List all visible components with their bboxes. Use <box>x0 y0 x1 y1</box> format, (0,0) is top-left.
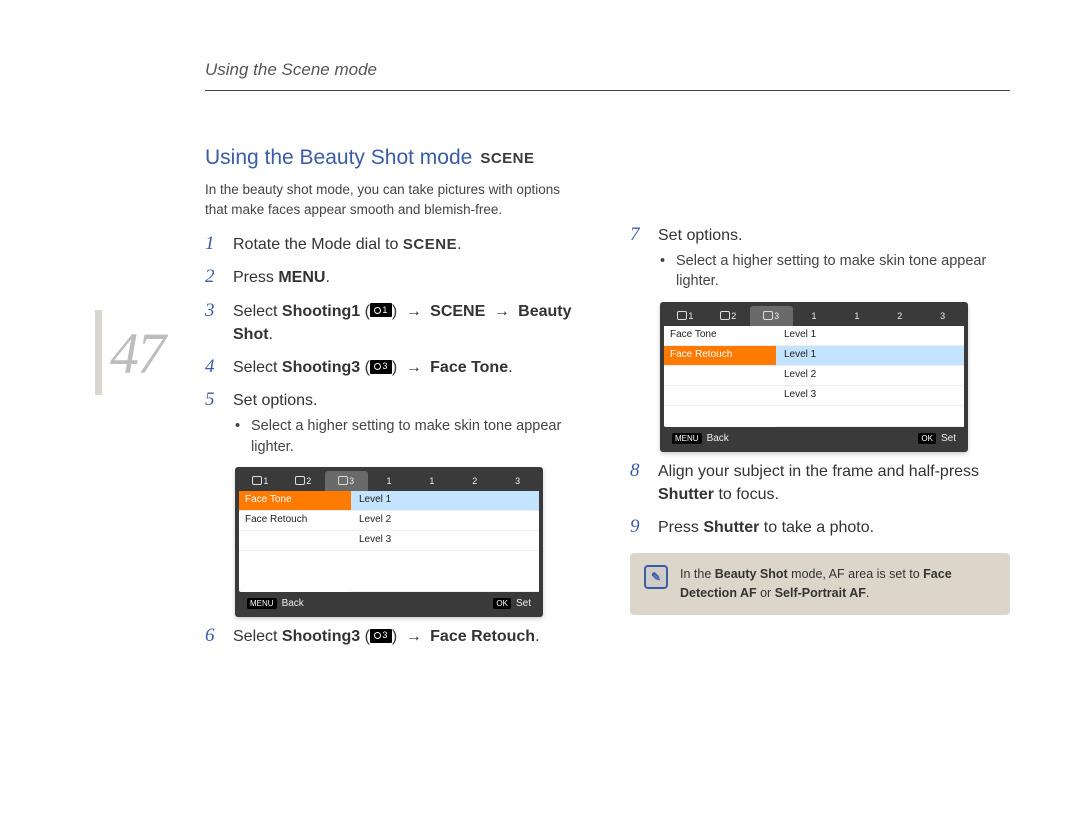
menu-value: Level 2 <box>351 511 539 531</box>
menu-tab: 1 <box>664 306 707 326</box>
menu-tab: 2 <box>282 471 325 491</box>
step-3-text: Select Shooting1 (1) → SCENE → Beauty Sh… <box>233 300 585 346</box>
page-header: Using the Scene mode <box>205 60 1010 91</box>
step-9-text: Press Shutter to take a photo. <box>658 516 1010 539</box>
menu-set-hint: OKSet <box>493 598 531 609</box>
menu-tab: 3 <box>496 471 539 491</box>
bullet-icon: • <box>235 416 241 457</box>
menu-tab: 3 <box>921 306 964 326</box>
camera-icon <box>677 311 687 320</box>
menu-tab: 2 <box>707 306 750 326</box>
menu-tab: 1 <box>793 306 836 326</box>
menu-value-selected: Level 1 <box>776 346 964 366</box>
camera-icon <box>338 476 348 485</box>
step-number: 6 <box>205 625 221 648</box>
menu-tab-active: 3 <box>750 306 793 326</box>
info-icon: ✎ <box>644 565 668 589</box>
step-number: 7 <box>630 224 646 292</box>
menu-set-hint: OKSet <box>918 433 956 444</box>
camera-tab-icon: 1 <box>370 303 392 317</box>
camera-tab-icon: 3 <box>370 629 392 643</box>
step-number: 5 <box>205 389 221 457</box>
step-number: 8 <box>630 460 646 506</box>
menu-item <box>239 531 351 551</box>
menu-item: Face Retouch <box>239 511 351 531</box>
menu-item-selected: Face Retouch <box>664 346 776 366</box>
menu-item-selected: Face Tone <box>239 491 351 511</box>
step-7-text: Set options. • Select a higher setting t… <box>658 224 1010 292</box>
menu-tab: 1 <box>239 471 282 491</box>
info-note: ✎ In the Beauty Shot mode, AF area is se… <box>630 553 1010 615</box>
menu-back-hint: MENUBack <box>247 598 304 609</box>
menu-item <box>664 386 776 406</box>
menu-item: Face Tone <box>664 326 776 346</box>
step-6-text: Select Shooting3 (3) → Face Retouch. <box>233 625 585 648</box>
bullet-icon: • <box>660 251 666 292</box>
menu-value: Level 2 <box>776 366 964 386</box>
page-side-tab <box>95 310 102 395</box>
step-7-bullet: • Select a higher setting to make skin t… <box>658 251 1010 292</box>
step-number: 2 <box>205 266 221 289</box>
step-number: 9 <box>630 516 646 539</box>
step-number: 3 <box>205 300 221 346</box>
scene-dial-icon: SCENE <box>403 234 457 256</box>
menu-tab: 2 <box>453 471 496 491</box>
menu-value: Level 3 <box>351 531 539 551</box>
info-note-text: In the Beauty Shot mode, AF area is set … <box>680 565 996 603</box>
menu-tab-active: 3 <box>325 471 368 491</box>
menu-tab: 1 <box>835 306 878 326</box>
step-2-text: Press MENU. <box>233 266 585 289</box>
section-intro: In the beauty shot mode, you can take pi… <box>205 180 565 219</box>
menu-back-hint: MENUBack <box>672 433 729 444</box>
menu-value: Level 1 <box>776 326 964 346</box>
scene-mode-icon: SCENE <box>480 150 534 167</box>
camera-icon <box>295 476 305 485</box>
menu-tab: 2 <box>878 306 921 326</box>
step-5-bullet: • Select a higher setting to make skin t… <box>233 416 585 457</box>
menu-value: Level 3 <box>776 386 964 406</box>
camera-icon <box>720 311 730 320</box>
step-number: 4 <box>205 356 221 379</box>
menu-item <box>664 366 776 386</box>
step-8-text: Align your subject in the frame and half… <box>658 460 1010 506</box>
page-number: 47 <box>110 320 164 387</box>
camera-tab-icon: 3 <box>370 360 392 374</box>
camera-icon <box>763 311 773 320</box>
camera-menu-face-tone: 1 2 3 1 1 2 3 Face ToneLevel 1 Face Reto… <box>235 467 543 617</box>
step-5-text: Set options. • Select a higher setting t… <box>233 389 585 457</box>
step-1-text: Rotate the Mode dial to SCENE. <box>233 233 585 256</box>
step-number: 1 <box>205 233 221 256</box>
camera-menu-face-retouch: 1 2 3 1 1 2 3 Face ToneLevel 1 Face Reto… <box>660 302 968 452</box>
section-title-text: Using the Beauty Shot mode <box>205 146 472 170</box>
camera-icon <box>252 476 262 485</box>
menu-value-selected: Level 1 <box>351 491 539 511</box>
step-4-text: Select Shooting3 (3) → Face Tone. <box>233 356 585 379</box>
menu-tab: 1 <box>410 471 453 491</box>
section-title: Using the Beauty Shot mode SCENE <box>205 146 585 170</box>
menu-tab: 1 <box>368 471 411 491</box>
